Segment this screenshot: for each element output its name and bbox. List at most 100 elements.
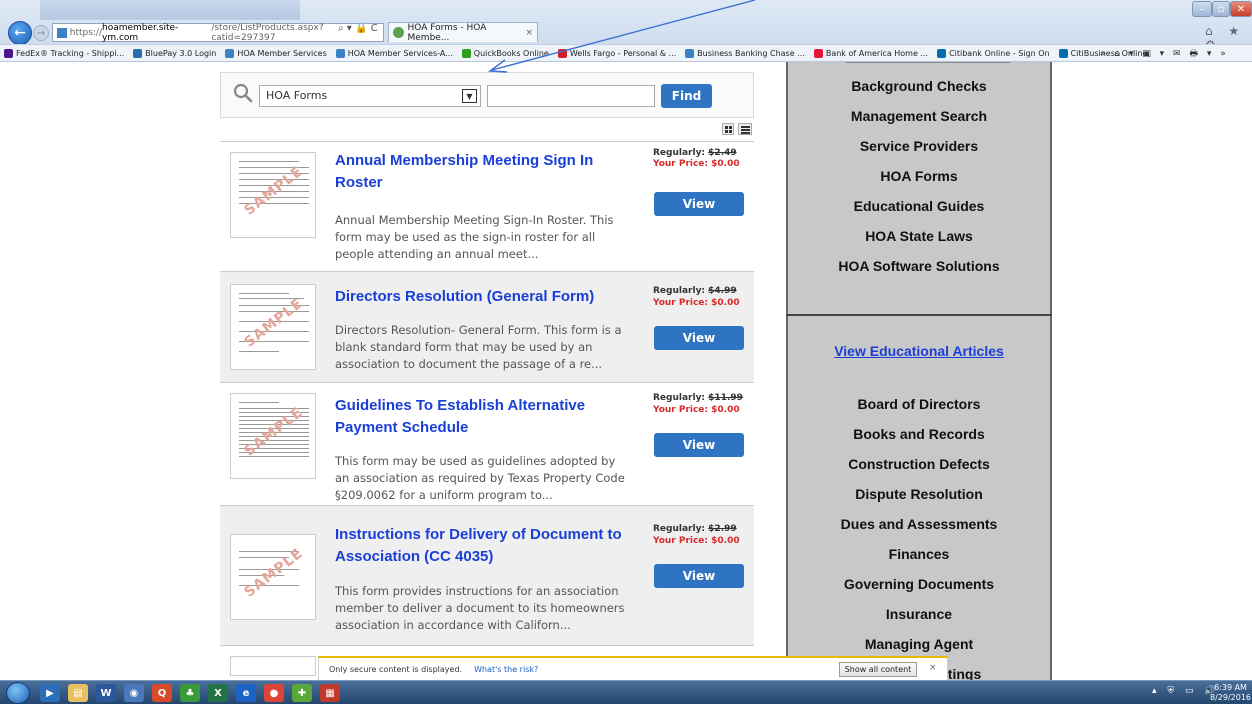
tab-favicon-icon [393,27,404,38]
view-button[interactable]: View [654,433,744,457]
address-bar[interactable]: https://hoamember.site-ym.com/store/List… [52,23,384,43]
favorite-site-icon [335,48,345,58]
sidebar-article-link[interactable]: Insurance [786,606,1052,622]
regular-price-value: $2.99 [708,524,737,534]
sidebar-divider-top [846,62,1010,63]
sidebar-article-link[interactable]: Construction Defects [786,456,1052,472]
regular-price: Regularly: $2.99 [653,524,737,534]
tab-close-icon[interactable]: × [525,28,533,38]
search-input[interactable] [487,85,655,107]
sidebar-link[interactable]: HOA Forms [786,168,1052,184]
product-description: Directors Resolution- General Form. This… [335,323,622,371]
search-icon [233,83,253,103]
chrome-icon[interactable]: ● [264,684,284,702]
favorite-site-icon [685,48,695,58]
regular-price: Regularly: $11.99 [653,393,743,403]
favorites-item[interactable]: Citibank Online - Sign On [937,48,1050,58]
close-icon[interactable]: × [929,663,937,673]
sidebar-article-link[interactable]: Governing Documents [786,576,1052,592]
product-search-panel: HOA Forms ▼ Find [220,72,754,118]
sidebar-article-link[interactable]: Dues and Assessments [786,516,1052,532]
clock-date: 8/29/2016 [1210,693,1252,702]
regular-price-value: $2.49 [708,148,737,158]
clock[interactable]: 6:39 AM 8/29/2016 [1210,683,1251,703]
sidebar-article-link[interactable]: Board of Directors [786,396,1052,412]
favorites-item[interactable]: HOA Member Services-A... [335,48,453,58]
product-title-link[interactable]: Guidelines To Establish Alternative Paym… [335,395,635,439]
view-educational-articles-link[interactable]: View Educational Articles [786,343,1052,359]
minimize-button[interactable]: – [1192,1,1212,17]
show-all-content-button[interactable]: Show all content [839,662,917,677]
sidebar-article-link[interactable]: Books and Records [786,426,1052,442]
quickbooks-icon[interactable]: Q [152,684,172,702]
product-title-link[interactable]: Instructions for Delivery of Document to… [335,524,655,568]
favorites-item[interactable]: Business Banking Chase ... [685,48,805,58]
regular-price-label: Regularly: [653,286,706,296]
sidebar-link[interactable]: HOA State Laws [786,228,1052,244]
view-button[interactable]: View [654,564,744,588]
address-bar-icons[interactable]: ⌕ ▾ 🔒 C [338,23,378,34]
sidebar-article-link[interactable]: Managing Agent [786,636,1052,652]
browser-tab[interactable]: HOA Forms - HOA Membe... × [388,22,538,43]
maximize-button[interactable]: ▫ [1212,1,1230,17]
category-select[interactable]: HOA Forms ▼ [259,85,481,107]
regular-price-label: Regularly: [653,148,706,158]
favorites-item[interactable]: BluePay 3.0 Login [133,48,216,58]
favorites-item[interactable]: Wells Fargo - Personal & ... [557,48,676,58]
favorites-bar: FedEx® Tracking - Shippi... BluePay 3.0 L… [0,44,1252,62]
product-title-link[interactable]: Directors Resolution (General Form) [335,286,635,308]
notification-message: Only secure content is displayed. [329,664,463,674]
product-thumbnail[interactable]: SAMPLE [230,534,316,620]
sidebar-link[interactable]: Service Providers [786,138,1052,154]
internet-explorer-icon[interactable]: e [236,684,256,702]
favorites-item[interactable]: FedEx® Tracking - Shippi... [4,48,124,58]
forward-button[interactable]: → [33,25,49,41]
command-bar-icons[interactable]: » ⌂ ▾ ▣ ▾ ✉ 🖶 ▾ » [1100,46,1229,62]
favorites-item-label: QuickBooks Online [473,48,549,58]
favorites-item[interactable]: Bank of America Home ... [813,48,928,58]
sidebar-link[interactable]: Educational Guides [786,198,1052,214]
forward-arrow-icon: → [36,27,46,39]
product-item: SAMPLE Directors Resolution (General For… [220,271,754,382]
sidebar-link[interactable]: Management Search [786,108,1052,124]
product-thumbnail[interactable]: SAMPLE [230,152,316,238]
sidebar-article-link[interactable]: Dispute Resolution [786,486,1052,502]
word-icon[interactable]: W [96,684,116,702]
whats-the-risk-link[interactable]: What's the risk? [474,665,538,674]
product-description: Annual Membership Meeting Sign-In Roster… [335,213,614,261]
view-button[interactable]: View [654,192,744,216]
clock-time: 6:39 AM [1214,683,1247,692]
media-player-icon[interactable]: ▶ [40,684,60,702]
product-item: SAMPLE Guidelines To Establish Alternati… [220,382,754,505]
sidebar-article-link[interactable]: Finances [786,546,1052,562]
url-prefix: https:// [69,27,102,38]
product-title-link[interactable]: Annual Membership Meeting Sign In Roster [335,150,635,194]
grid-view-icon[interactable] [722,123,734,135]
excel-icon[interactable]: X [208,684,228,702]
app2-icon[interactable]: ✚ [292,684,312,702]
product-thumbnail[interactable] [230,656,316,676]
product-thumbnail[interactable]: SAMPLE [230,393,316,479]
category-select-value: HOA Forms [266,89,328,102]
product-thumbnail[interactable]: SAMPLE [230,284,316,370]
back-button[interactable]: ← [8,21,32,45]
app-icon[interactable]: ◉ [124,684,144,702]
find-button[interactable]: Find [661,84,712,108]
your-price: Your Price: $0.00 [653,536,740,546]
regular-price: Regularly: $4.99 [653,286,737,296]
favorites-item-label: HOA Member Services [237,48,327,58]
sidebar-link[interactable]: Background Checks [786,78,1052,94]
regular-price-label: Regularly: [653,524,706,534]
chevron-down-icon[interactable]: ▼ [462,89,477,103]
close-window-button[interactable]: ✕ [1230,1,1252,17]
favorites-item[interactable]: HOA Member Services [225,48,327,58]
start-button[interactable] [6,682,30,704]
sidebar-link[interactable]: HOA Software Solutions [786,258,1052,274]
view-button[interactable]: View [654,326,744,350]
app3-icon[interactable]: ▦ [320,684,340,702]
list-view-icon[interactable] [738,123,752,135]
game-icon[interactable]: ♣ [180,684,200,702]
favorites-item[interactable]: QuickBooks Online [461,48,549,58]
file-explorer-icon[interactable]: ▤ [68,684,88,702]
regular-price-value: $4.99 [708,286,737,296]
